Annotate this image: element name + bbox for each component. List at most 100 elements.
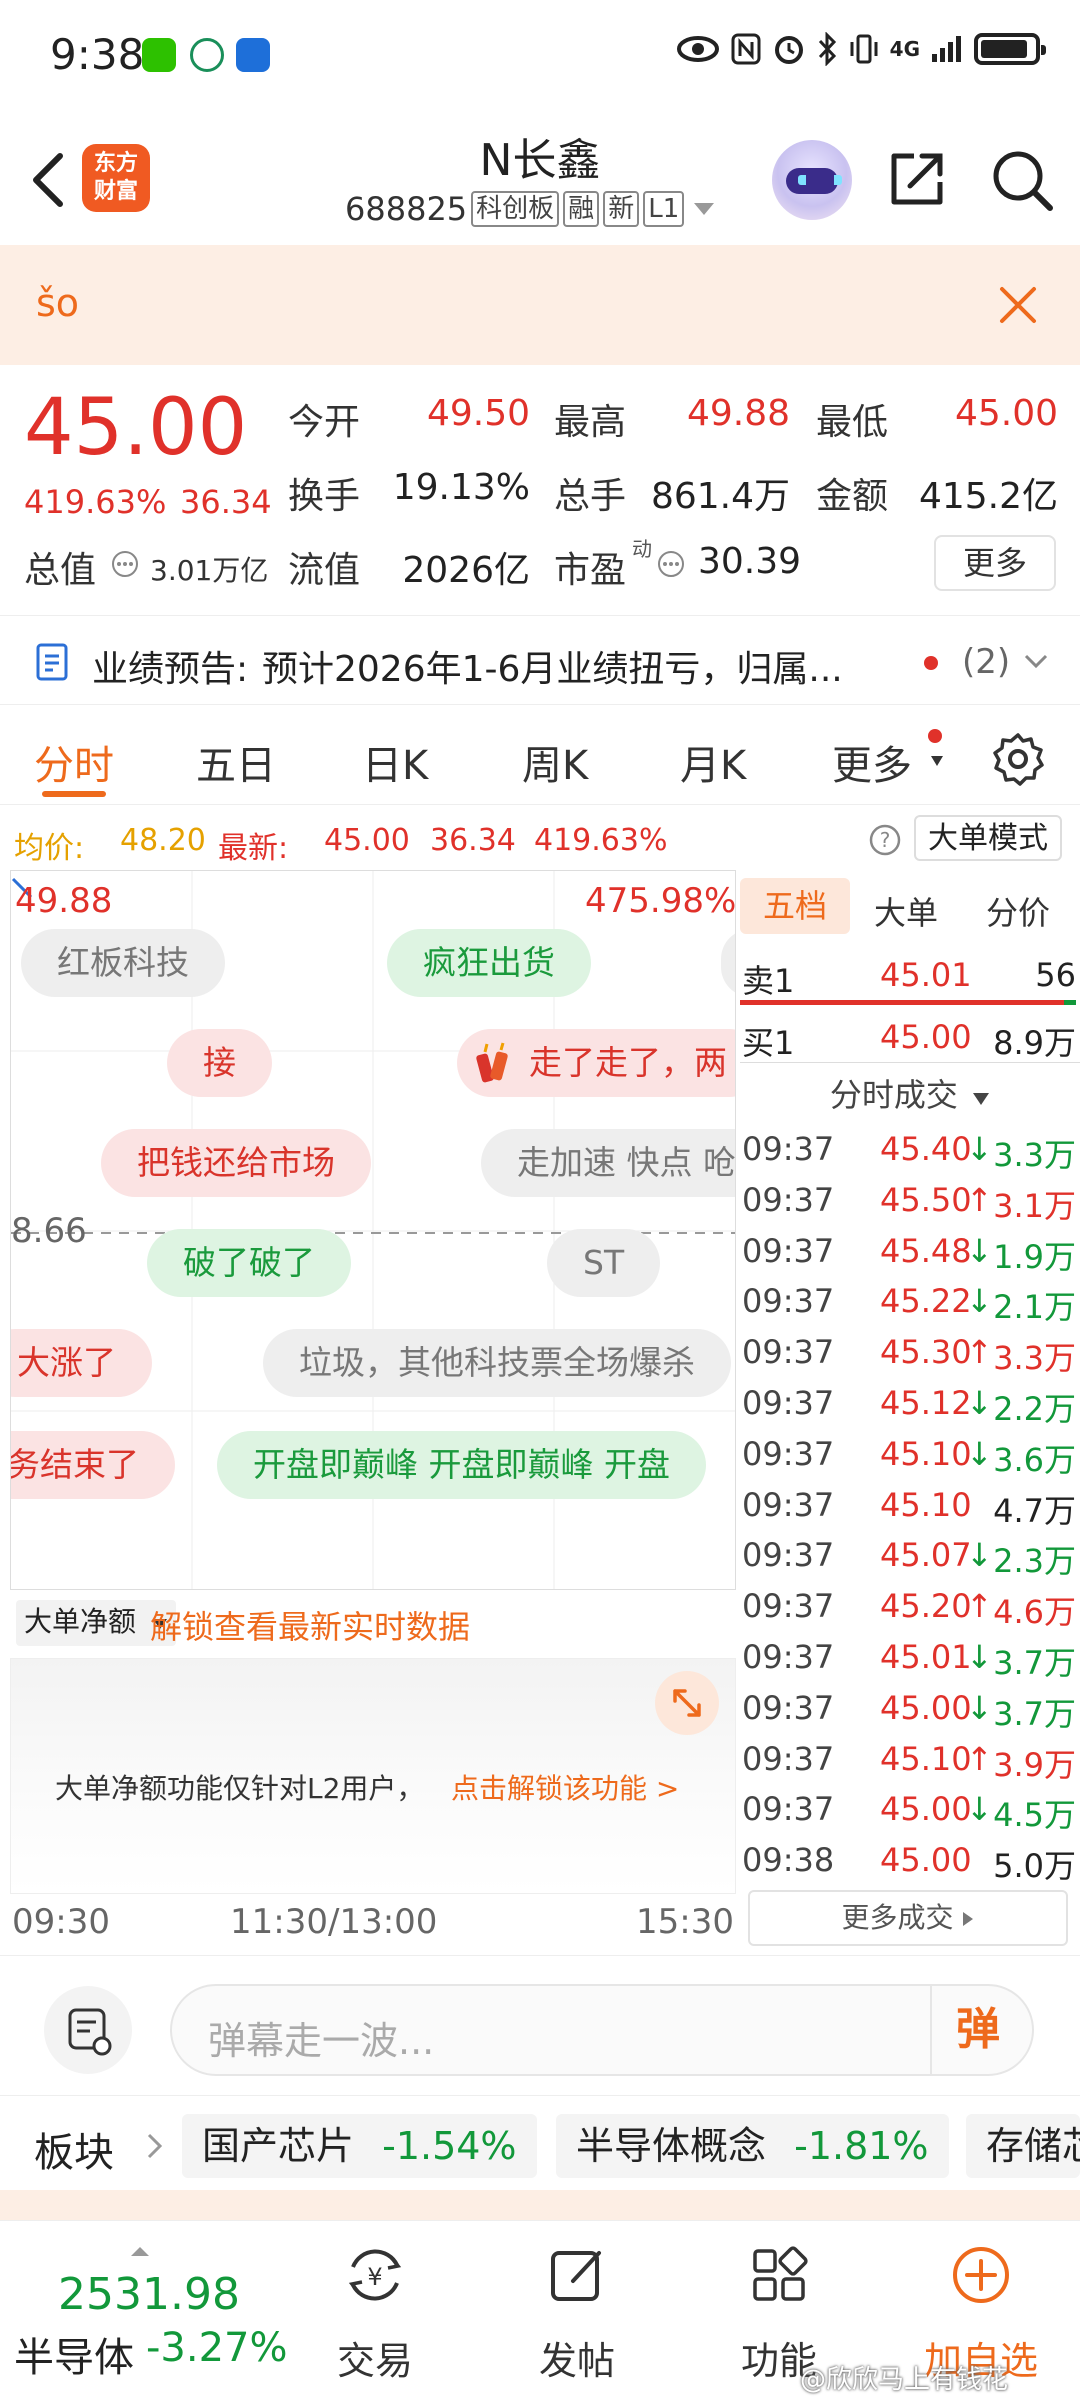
svg-text:¥: ¥ <box>367 2263 382 2291</box>
time-axis-start: 09:30 <box>12 1902 110 1942</box>
earnings-notice[interactable]: 业绩预告: 预计2026年1-6月业绩扭亏，归属... (2) <box>0 615 1080 705</box>
arrow-up-icon: ↑ <box>966 1587 993 1626</box>
danmaku-bubble[interactable]: 把钱还给市场 <box>101 1129 371 1197</box>
stock-code: 688825 <box>345 190 468 228</box>
danmaku-input[interactable]: 弹幕走一波... 弹 <box>170 1984 1034 2076</box>
arrow-up-icon: ↑ <box>966 1333 993 1372</box>
trade-time: 09:37 <box>742 1790 835 1829</box>
trade-time: 09:37 <box>742 1434 835 1473</box>
stock-code-row[interactable]: 688825 科创板 融 新 L1 <box>345 190 715 228</box>
change-amount: 36.34 <box>180 483 272 521</box>
chart-prev-close: 8.66 <box>11 1211 87 1251</box>
tab-more[interactable]: 更多 <box>832 733 912 791</box>
ai-assistant-icon[interactable] <box>772 140 852 220</box>
trade-price: 45.10 <box>880 1485 972 1524</box>
intraday-chart[interactable]: 49.88 475.98% 8.66 红板科技 疯狂出货 接 走了走了，两 把钱… <box>10 870 736 1590</box>
help-icon[interactable]: ? <box>868 823 902 857</box>
info-icon[interactable] <box>110 549 140 579</box>
expand-icon[interactable] <box>655 1671 719 1735</box>
trade-volume: 4.7万 <box>993 1491 1076 1530</box>
chevron-down-icon[interactable] <box>694 203 715 215</box>
danmaku-input-bar: 弹幕走一波... 弹 <box>0 1955 1080 2095</box>
tab-more-dot <box>928 729 942 743</box>
arrow-up-icon: ↑ <box>966 1739 993 1778</box>
send-danmaku-button[interactable]: 弹 <box>956 2002 1012 2058</box>
l2-unlock-link[interactable]: 点击解锁该功能 > <box>451 1767 679 1807</box>
more-quote-button[interactable]: 更多 <box>934 535 1056 591</box>
trade-time: 09:37 <box>742 1384 835 1422</box>
index-widget[interactable]: 2531.98 半导体 -3.27% <box>14 2247 294 2381</box>
danmaku-bubble[interactable]: 开盘即巅峰 开盘即巅峰 开盘 <box>217 1431 706 1499</box>
chevron-down-icon[interactable] <box>1022 652 1050 672</box>
trades-header[interactable]: 分时成交 <box>740 1070 1080 1116</box>
trade-row: 09:37 45.07 ↓ 2.3万 <box>740 1528 1080 1581</box>
big-order-mode-button[interactable]: 大单模式 <box>914 815 1062 861</box>
sell-label: 卖1 <box>742 962 795 1000</box>
danmaku-bubble[interactable]: 红板科技 <box>21 929 225 997</box>
sell-price: 45.01 <box>880 956 972 994</box>
tab-weekly-k[interactable]: 周K <box>522 733 588 791</box>
alarm-icon <box>774 36 803 64</box>
chevron-right-icon <box>147 2133 163 2159</box>
tab-five-day[interactable]: 五日 <box>196 733 276 791</box>
app-12123-icon <box>236 38 270 72</box>
trade-price: 45.30 <box>880 1333 972 1372</box>
trade-row: 09:37 45.20 ↑ 4.6万 <box>740 1579 1080 1631</box>
tab-big-orders[interactable]: 大单 <box>874 888 938 934</box>
danmaku-settings-icon[interactable] <box>44 1986 132 2074</box>
sector-chip[interactable]: 国产芯片 -1.54% <box>182 2114 537 2178</box>
unlock-link[interactable]: 解锁查看最新实时数据 <box>150 1602 470 1648</box>
tab-daily-k[interactable]: 日K <box>362 733 428 791</box>
search-icon[interactable] <box>990 148 1056 214</box>
tab-intraday[interactable]: 分时 <box>34 733 114 791</box>
arrow-down-icon: ↓ <box>966 1282 993 1321</box>
more-trades-button[interactable]: 更多成交 <box>748 1890 1068 1946</box>
nav-trade[interactable]: ¥ 交易 <box>300 2243 450 2385</box>
index-value: 2531.98 <box>58 2269 240 2320</box>
sell-level-1[interactable]: 卖1 45.01 56 <box>740 948 1080 1000</box>
divider <box>930 1986 932 2074</box>
trade-price: 45.20 <box>880 1587 972 1626</box>
sector-label[interactable]: 板块 <box>34 2120 114 2178</box>
danmaku-bubble[interactable]: 务结束了 <box>11 1431 175 1499</box>
danmaku-bubble[interactable]: 走加速 快点 呛 <box>481 1129 735 1197</box>
danmaku-bubble[interactable]: 破了破了 <box>147 1229 351 1297</box>
danmaku-bubble[interactable]: 接 <box>167 1029 272 1097</box>
share-icon[interactable] <box>886 148 948 210</box>
active-tab-indicator <box>42 791 106 797</box>
danmaku-bubble[interactable]: ST <box>547 1229 661 1297</box>
tab-five-levels[interactable]: 五档 <box>740 878 850 934</box>
danmaku-bubble[interactable]: 垃圾，其他科技票全场爆杀 <box>263 1329 731 1397</box>
danmaku-bubble[interactable]: 大涨了 <box>11 1329 152 1397</box>
tab-monthly-k[interactable]: 月K <box>680 733 746 791</box>
float-value-label: 流值 <box>288 550 361 591</box>
nav-post[interactable]: 发帖 <box>502 2243 652 2385</box>
tab-price-distribution[interactable]: 分价 <box>986 888 1050 934</box>
trade-price: 45.00 <box>880 1688 972 1727</box>
buy-level-1[interactable]: 买1 45.00 8.9万 <box>740 1010 1080 1062</box>
nav-label: 交易 <box>336 2339 413 2383</box>
unread-dot <box>924 656 938 670</box>
close-icon[interactable] <box>998 285 1038 325</box>
info-icon[interactable] <box>656 549 686 579</box>
announcement-banner[interactable]: šo <box>0 245 1080 365</box>
sector-chip[interactable]: 存储芯 <box>966 2114 1080 2178</box>
trade-time: 09:37 <box>742 1587 835 1626</box>
danmaku-bubble[interactable]: 疯狂出货 <box>387 929 591 997</box>
sell-volume: 56 <box>1035 956 1076 994</box>
arrow-down-icon: ↓ <box>966 1130 993 1168</box>
gear-icon[interactable] <box>990 731 1046 787</box>
buy-price: 45.00 <box>880 1018 972 1056</box>
stock-header: 东方 财富 N长鑫 688825 科创板 融 新 L1 <box>0 110 1080 245</box>
document-icon <box>36 643 68 681</box>
danmaku-bubble[interactable]: 走了走了，两 <box>457 1029 735 1097</box>
l2-locked-area: 大单净额功能仅针对L2用户， 点击解锁该功能 > <box>10 1658 736 1894</box>
signal-icon <box>932 36 961 62</box>
trades-header-label: 分时成交 <box>829 1076 958 1114</box>
trade-price: 45.40 <box>880 1130 972 1168</box>
trade-price: 45.50 <box>880 1180 972 1219</box>
sector-chip[interactable]: 半导体概念 -1.81% <box>556 2114 949 2178</box>
trade-row: 09:37 45.01 ↓ 3.7万 <box>740 1630 1080 1682</box>
trade-volume: 2.3万 <box>993 1542 1076 1581</box>
current-price: 45.00 <box>24 383 248 473</box>
